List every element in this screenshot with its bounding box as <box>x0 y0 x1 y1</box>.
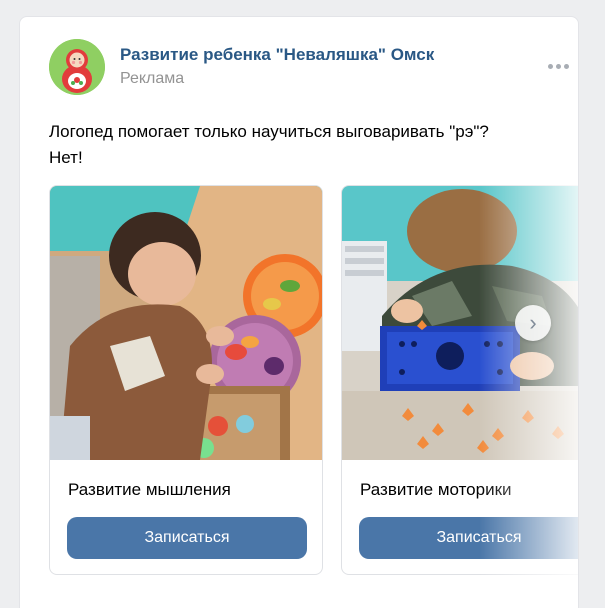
post-header: Развитие ребенка "Неваляшка" Омск Реклам… <box>49 39 569 95</box>
post-text-line: Логопед помогает только научиться выгова… <box>49 122 489 141</box>
ad-post: Развитие ребенка "Неваляшка" Омск Реклам… <box>19 16 579 608</box>
card-title: Развитие мышления <box>68 480 231 499</box>
ad-label: Реклама <box>120 70 185 87</box>
ad-carousel: Развитие мышления Записаться Развитие мо… <box>49 185 578 577</box>
carousel-card[interactable]: Развитие моторики Записаться <box>341 185 578 575</box>
card-photo[interactable] <box>50 186 323 460</box>
carousel-card[interactable]: Развитие мышления Записаться <box>49 185 323 575</box>
more-dots-icon[interactable] <box>541 53 575 79</box>
dot <box>555 63 561 69</box>
signup-button[interactable]: Записаться <box>67 517 307 559</box>
group-name-link[interactable]: Развитие ребенка "Неваляшка" Омск <box>120 45 434 65</box>
card-title: Развитие моторики <box>360 480 512 499</box>
post-text: Логопед помогает только научиться выгова… <box>49 119 549 171</box>
signup-button[interactable]: Записаться <box>359 517 578 559</box>
group-avatar[interactable] <box>49 39 105 95</box>
dot <box>547 63 553 69</box>
post-text-line: Нет! <box>49 148 83 167</box>
matryoshka-icon <box>49 39 105 95</box>
dot <box>563 63 569 69</box>
chevron-right-icon[interactable]: › <box>515 305 551 341</box>
